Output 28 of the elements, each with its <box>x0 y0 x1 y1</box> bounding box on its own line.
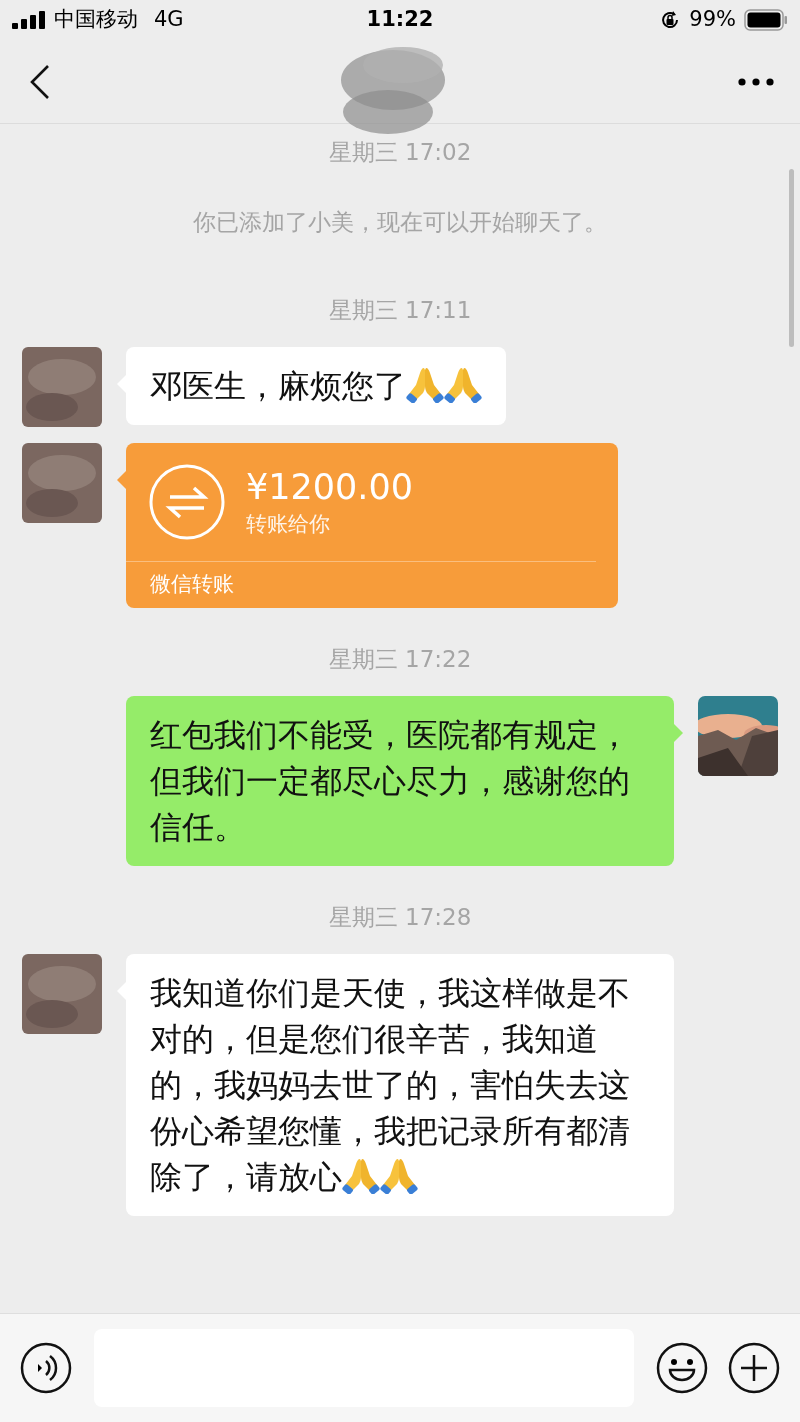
praying-hands-icon <box>342 1156 380 1194</box>
praying-hands-icon <box>380 1156 418 1194</box>
add-icon[interactable] <box>728 1342 780 1394</box>
system-notice: 你已添加了小美，现在可以开始聊天了。 <box>193 208 607 237</box>
transfer-note: 转账给你 <box>246 511 331 538</box>
emoji-icon[interactable] <box>656 1342 708 1394</box>
message-timestamp: 星期三 17:02 <box>328 138 472 167</box>
praying-hands-icon <box>444 365 482 403</box>
more-icon[interactable] <box>738 77 774 86</box>
carrier-name: 中国移动 <box>54 6 138 34</box>
status-time: 11:22 <box>366 7 434 32</box>
praying-hands-icon <box>406 365 444 403</box>
message-bubble: 我知道你们是天使，我这样做是不对的，但是您们很辛苦，我知道的，我妈妈去世了的，害怕失去这份心希望您懂，我把记录所有都清除了，请放心 <box>126 954 674 1216</box>
signal-icon <box>12 11 46 29</box>
network-type: 4G <box>154 6 184 34</box>
battery-icon <box>744 9 788 31</box>
transfer-card[interactable]: ¥1200.00 转账给你 微信转账 <box>126 443 618 608</box>
voice-icon[interactable] <box>20 1342 72 1394</box>
back-icon[interactable] <box>30 64 50 99</box>
message-timestamp: 星期三 17:22 <box>328 645 472 674</box>
message-timestamp: 星期三 17:28 <box>328 903 472 932</box>
message-timestamp: 星期三 17:11 <box>328 296 472 325</box>
transfer-icon <box>148 463 226 541</box>
transfer-label: 微信转账 <box>149 571 235 598</box>
message-bubble: 红包我们不能受，医院都有规定，但我们一定都尽心尽力，感谢您的信任。 <box>126 696 674 866</box>
message-bubble: 邓医生，麻烦您了 <box>126 347 506 425</box>
transfer-amount: ¥1200.00 <box>246 466 413 509</box>
battery-percent: 99% <box>689 6 736 34</box>
